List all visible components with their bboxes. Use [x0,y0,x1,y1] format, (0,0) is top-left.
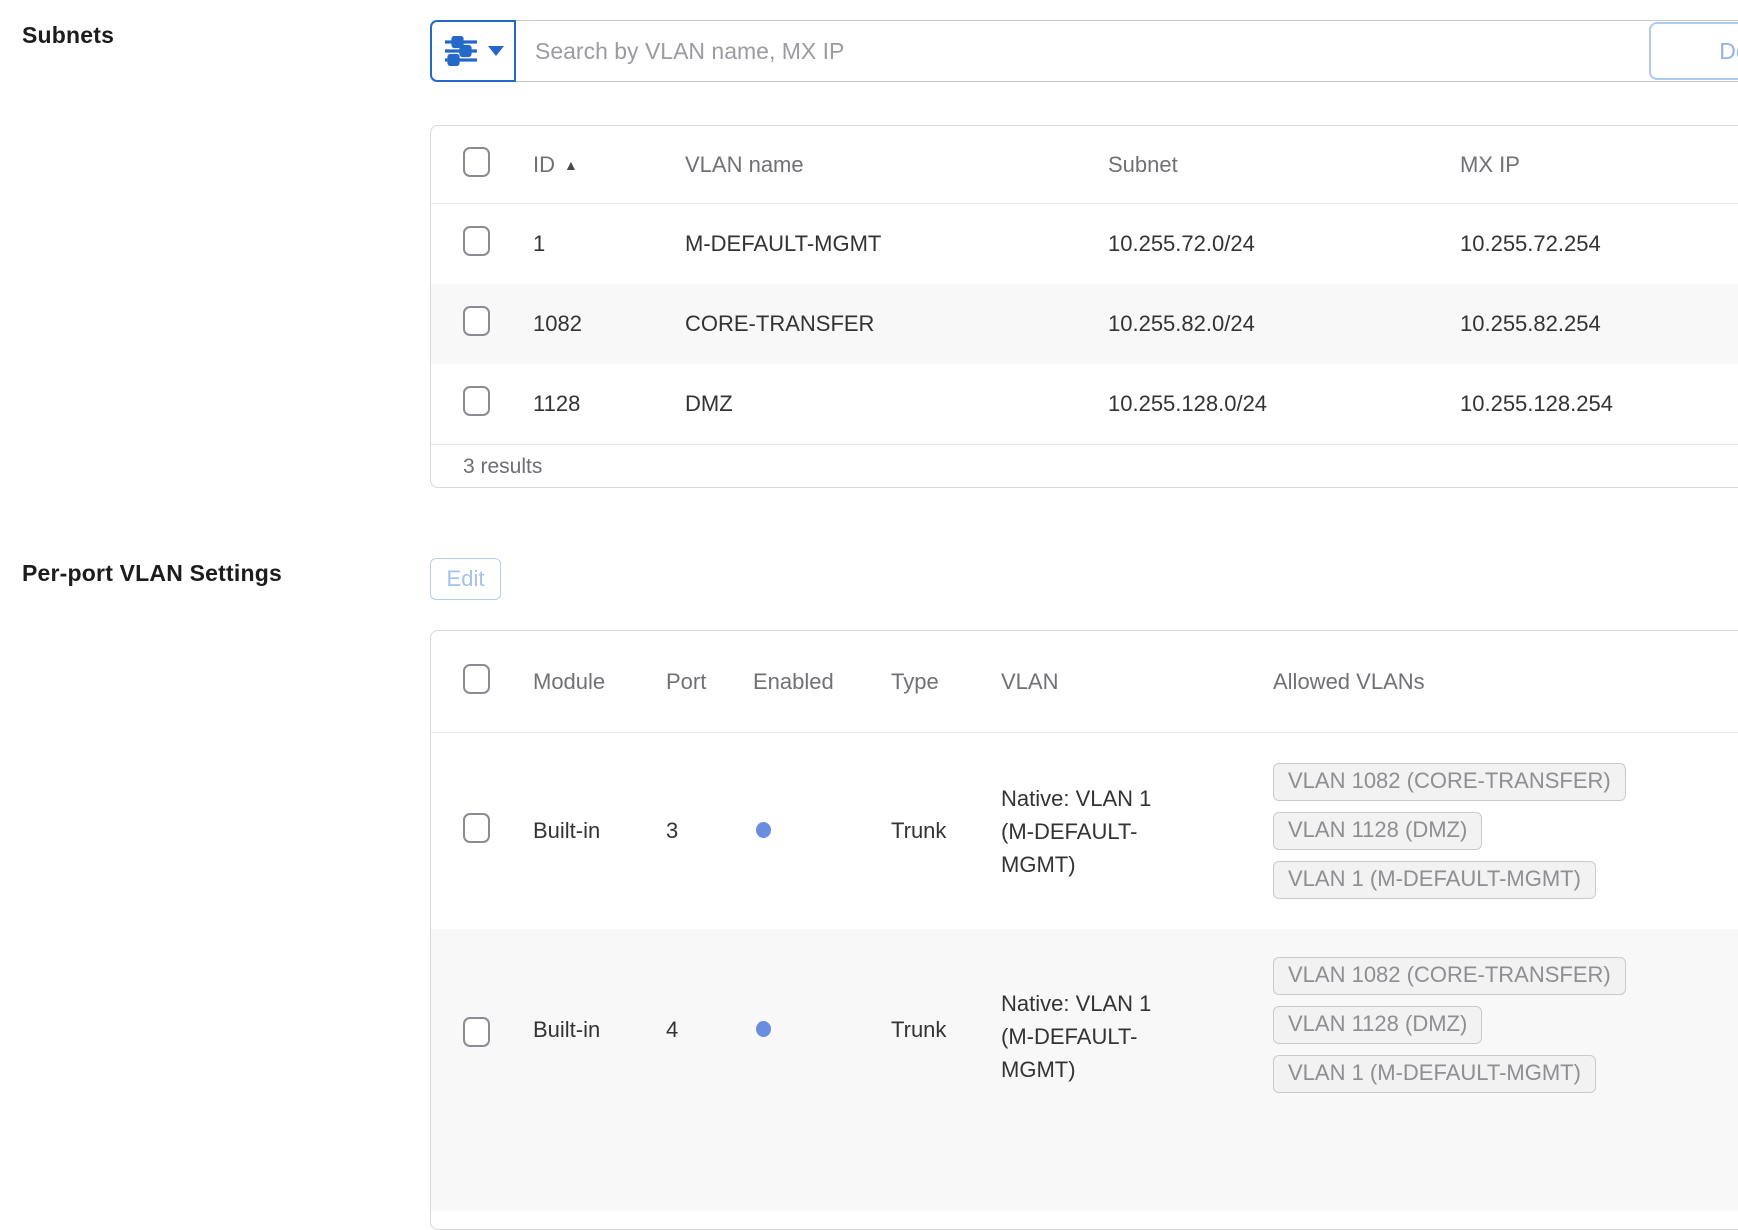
chevron-down-icon [487,46,504,56]
column-header-module: Module [533,668,606,694]
row-checkbox[interactable] [463,1017,490,1047]
sliders-icon [444,36,477,66]
sort-ascending-icon: ▲ [564,156,578,173]
column-header-subnet[interactable]: Subnet [1108,152,1460,178]
allowed-vlans-list: VLAN 1082 (CORE-TRANSFER) VLAN 1128 (DMZ… [1273,957,1738,1093]
allowed-vlan-tag: VLAN 1128 (DMZ) [1273,1006,1483,1044]
column-header-mx-ip[interactable]: MX IP [1460,152,1738,178]
table-row[interactable]: 1128 DMZ 10.255.128.0/24 10.255.128.254 [431,364,1738,444]
results-count: 3 results [431,444,1738,487]
table-row[interactable]: Built-in 3 Trunk Native: VLAN 1 (M-DEFAU… [431,733,1738,929]
allowed-vlan-tag: VLAN 1082 (CORE-TRANSFER) [1273,763,1626,801]
mx-ip-value: 10.255.128.254 [1460,391,1613,416]
column-header-type: Type [891,668,939,694]
allowed-vlan-tag: VLAN 1128 (DMZ) [1273,812,1483,850]
delete-button[interactable]: De [1649,22,1738,80]
allowed-vlan-tag: VLAN 1 (M-DEFAULT-MGMT) [1273,861,1596,899]
column-header-port: Port [666,668,707,694]
allowed-vlan-tag: VLAN 1082 (CORE-TRANSFER) [1273,957,1626,995]
table-row[interactable]: 1 M-DEFAULT-MGMT 10.255.72.0/24 10.255.7… [431,204,1738,284]
column-header-vlan: VLAN [1001,668,1059,694]
row-checkbox[interactable] [463,813,490,843]
subnet-value: 10.255.82.0/24 [1108,311,1255,336]
row-checkbox[interactable] [463,306,490,336]
perport-table: Module Port Enabled Type VLAN Allowed VL… [430,630,1738,1230]
vlan-name: CORE-TRANSFER [685,311,875,336]
column-header-vlan-name[interactable]: VLAN name [685,152,1108,178]
port-number: 3 [666,818,679,843]
module-value: Built-in [533,1017,601,1042]
column-header-id[interactable]: ID ▲ [533,152,685,178]
enabled-indicator [756,1021,771,1037]
vlan-id: 1082 [533,311,582,336]
allowed-vlan-tag: VLAN 1 (M-DEFAULT-MGMT) [1273,1055,1596,1093]
vlan-id: 1 [533,231,546,256]
subnet-value: 10.255.128.0/24 [1108,391,1268,416]
edit-button[interactable]: Edit [430,558,501,600]
perport-table-header: Module Port Enabled Type VLAN Allowed VL… [431,631,1738,733]
mx-ip-value: 10.255.72.254 [1460,231,1601,256]
row-checkbox[interactable] [463,386,490,416]
mx-ip-value: 10.255.82.254 [1460,311,1601,336]
table-row[interactable]: 1082 CORE-TRANSFER 10.255.82.0/24 10.255… [431,284,1738,364]
vlan-name: DMZ [685,391,733,416]
vlan-id: 1128 [533,391,581,416]
filter-button[interactable] [430,20,516,82]
module-value: Built-in [533,818,601,843]
port-number: 4 [666,1017,679,1042]
subnet-value: 10.255.72.0/24 [1108,231,1255,256]
subnets-table: ID ▲ VLAN name Subnet MX IP 1 M-DEFAULT-… [430,125,1738,488]
search-input[interactable] [514,20,1738,82]
vlan-name: M-DEFAULT-MGMT [685,231,882,256]
port-type: Trunk [891,1017,947,1042]
select-all-checkbox[interactable] [463,146,490,177]
row-checkbox[interactable] [463,226,490,256]
native-vlan: Native: VLAN 1 (M-DEFAULT-MGMT) [1001,785,1152,877]
port-type: Trunk [891,818,947,843]
perport-section-label: Per-port VLAN Settings [22,560,282,586]
enabled-indicator [756,822,771,838]
select-all-checkbox[interactable] [463,663,490,694]
subnets-table-header: ID ▲ VLAN name Subnet MX IP [431,126,1738,204]
column-header-allowed-vlans: Allowed VLANs [1273,668,1425,694]
allowed-vlans-list: VLAN 1082 (CORE-TRANSFER) VLAN 1128 (DMZ… [1273,763,1738,899]
native-vlan: Native: VLAN 1 (M-DEFAULT-MGMT) [1001,991,1152,1082]
subnets-section-label: Subnets [22,22,115,48]
column-header-enabled: Enabled [753,668,834,694]
table-row[interactable]: Built-in 4 Trunk Native: VLAN 1 (M-DEFAU… [431,929,1738,1211]
